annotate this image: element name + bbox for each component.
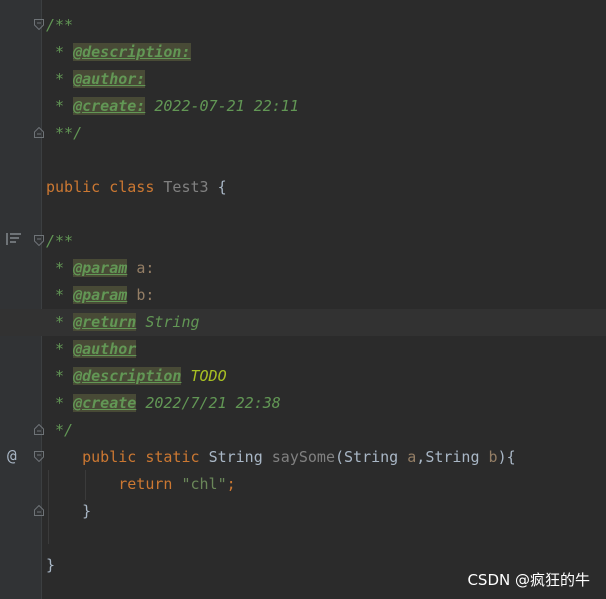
doc-star: * (46, 70, 74, 88)
javadoc-tag: @description (73, 367, 182, 385)
semicolon: ; (226, 475, 236, 493)
todo-marker: TODO (181, 367, 227, 385)
doc-star: * (46, 340, 74, 358)
brace: } (82, 502, 92, 520)
code-line[interactable]: * @create: 2022-07-21 22:11 (0, 93, 606, 120)
doc-comment-close: **/ (46, 124, 83, 142)
code-line[interactable]: * @param b: (0, 282, 606, 309)
paren-close-brace: ){ (497, 448, 516, 466)
code-line[interactable]: * @param a: (0, 255, 606, 282)
code-line[interactable]: public static String saySome(String a,St… (0, 444, 606, 471)
keyword: return (118, 475, 173, 493)
doc-comment-close: */ (46, 421, 74, 439)
doc-star: * (46, 313, 74, 331)
doc-star: * (46, 97, 74, 115)
javadoc-tag: @description: (73, 43, 191, 61)
param-type: String (344, 448, 399, 466)
doc-value: 2022/7/21 22:38 (136, 394, 281, 412)
param-name: a (407, 448, 417, 466)
code-line[interactable]: * @description TODO (0, 363, 606, 390)
javadoc-tag: @create: (73, 97, 146, 115)
javadoc-tag: @author: (73, 70, 146, 88)
javadoc-tag: @return (73, 313, 137, 331)
code-line[interactable]: */ (0, 417, 606, 444)
code-line[interactable]: * @create 2022/7/21 22:38 (0, 390, 606, 417)
code-editor[interactable]: @ /** * @description: * @author: * @crea… (0, 0, 606, 599)
doc-value: 2022-07-21 22:11 (145, 97, 299, 115)
doc-star: * (46, 394, 74, 412)
javadoc-tag: @author (73, 340, 137, 358)
keyword: class (109, 178, 155, 196)
code-line[interactable]: /** (0, 228, 606, 255)
doc-comment-open: /** (46, 16, 74, 34)
brace: } (46, 556, 56, 574)
doc-star: * (46, 259, 74, 277)
keyword: static (145, 448, 200, 466)
doc-star: * (46, 286, 74, 304)
keyword: public (46, 178, 101, 196)
doc-star: * (46, 43, 74, 61)
keyword: public (82, 448, 137, 466)
doc-star: * (46, 367, 74, 385)
paren-open: ( (335, 448, 345, 466)
brace: { (217, 178, 227, 196)
javadoc-tag: @param (73, 259, 128, 277)
code-line[interactable]: public class Test3 { (0, 174, 606, 201)
return-type: String (208, 448, 263, 466)
comma: , (416, 448, 426, 466)
watermark: CSDN @疯狂的牛 (467, 571, 590, 589)
code-line-current[interactable]: * @return String (0, 309, 606, 336)
code-line[interactable]: * @author (0, 336, 606, 363)
code-line[interactable]: * @description: (0, 39, 606, 66)
param-name: b (488, 448, 498, 466)
method-name: saySome (271, 448, 335, 466)
param-type: String (425, 448, 480, 466)
doc-value: String (136, 313, 200, 331)
param-name: a: (136, 259, 155, 277)
code-line[interactable]: /** (0, 12, 606, 39)
string-literal: "chl" (181, 475, 227, 493)
code-line[interactable]: } (0, 498, 606, 525)
doc-comment-open: /** (46, 232, 74, 250)
javadoc-tag: @create (73, 394, 137, 412)
code-line[interactable]: **/ (0, 120, 606, 147)
javadoc-tag: @param (73, 286, 128, 304)
code-line[interactable]: return "chl"; (0, 471, 606, 498)
code-line[interactable]: * @author: (0, 66, 606, 93)
param-name: b: (136, 286, 155, 304)
class-name: Test3 (163, 178, 209, 196)
